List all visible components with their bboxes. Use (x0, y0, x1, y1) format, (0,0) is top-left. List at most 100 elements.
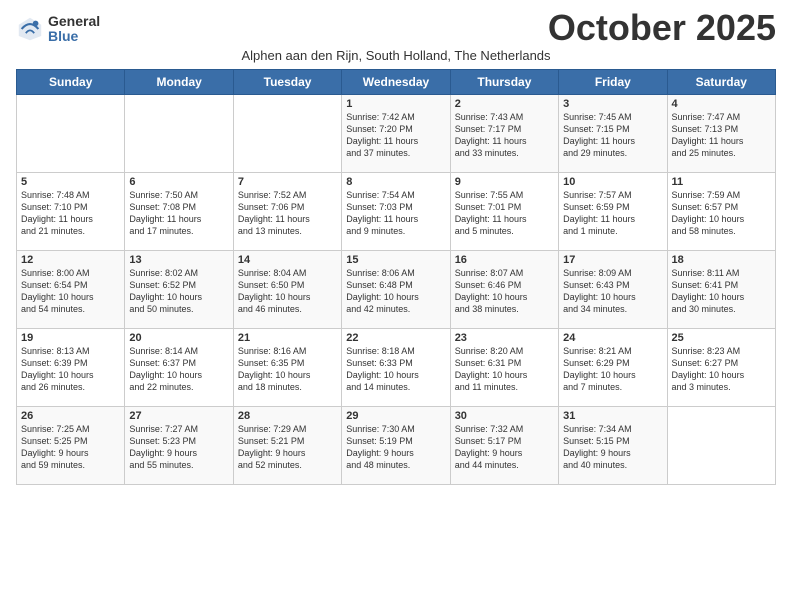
calendar-cell-w1d5: 10Sunrise: 7:57 AM Sunset: 6:59 PM Dayli… (559, 173, 667, 251)
day-number: 18 (672, 254, 771, 266)
calendar-cell-w3d2: 21Sunrise: 8:16 AM Sunset: 6:35 PM Dayli… (233, 329, 341, 407)
header-saturday: Saturday (667, 70, 775, 95)
day-content: Sunrise: 7:55 AM Sunset: 7:01 PM Dayligh… (455, 189, 554, 238)
calendar-cell-w2d4: 16Sunrise: 8:07 AM Sunset: 6:46 PM Dayli… (450, 251, 558, 329)
day-content: Sunrise: 7:47 AM Sunset: 7:13 PM Dayligh… (672, 111, 771, 160)
day-number: 11 (672, 176, 771, 188)
day-number: 4 (672, 98, 771, 110)
day-number: 25 (672, 332, 771, 344)
calendar-cell-w3d5: 24Sunrise: 8:21 AM Sunset: 6:29 PM Dayli… (559, 329, 667, 407)
day-number: 10 (563, 176, 662, 188)
calendar-cell-w4d2: 28Sunrise: 7:29 AM Sunset: 5:21 PM Dayli… (233, 407, 341, 485)
calendar-cell-w0d1 (125, 95, 233, 173)
day-number: 22 (346, 332, 445, 344)
calendar-cell-w3d4: 23Sunrise: 8:20 AM Sunset: 6:31 PM Dayli… (450, 329, 558, 407)
day-content: Sunrise: 7:32 AM Sunset: 5:17 PM Dayligh… (455, 423, 554, 472)
day-content: Sunrise: 7:59 AM Sunset: 6:57 PM Dayligh… (672, 189, 771, 238)
calendar-cell-w3d1: 20Sunrise: 8:14 AM Sunset: 6:37 PM Dayli… (125, 329, 233, 407)
day-content: Sunrise: 7:57 AM Sunset: 6:59 PM Dayligh… (563, 189, 662, 238)
logo-general-label: General (48, 14, 100, 29)
header-friday: Friday (559, 70, 667, 95)
day-content: Sunrise: 8:20 AM Sunset: 6:31 PM Dayligh… (455, 345, 554, 394)
day-number: 20 (129, 332, 228, 344)
header-thursday: Thursday (450, 70, 558, 95)
day-content: Sunrise: 8:21 AM Sunset: 6:29 PM Dayligh… (563, 345, 662, 394)
day-content: Sunrise: 7:30 AM Sunset: 5:19 PM Dayligh… (346, 423, 445, 472)
calendar-cell-w3d6: 25Sunrise: 8:23 AM Sunset: 6:27 PM Dayli… (667, 329, 775, 407)
logo-blue-label: Blue (48, 29, 100, 44)
calendar-cell-w0d4: 2Sunrise: 7:43 AM Sunset: 7:17 PM Daylig… (450, 95, 558, 173)
calendar-cell-w2d1: 13Sunrise: 8:02 AM Sunset: 6:52 PM Dayli… (125, 251, 233, 329)
day-content: Sunrise: 7:34 AM Sunset: 5:15 PM Dayligh… (563, 423, 662, 472)
day-content: Sunrise: 8:23 AM Sunset: 6:27 PM Dayligh… (672, 345, 771, 394)
day-number: 13 (129, 254, 228, 266)
day-number: 16 (455, 254, 554, 266)
day-content: Sunrise: 7:29 AM Sunset: 5:21 PM Dayligh… (238, 423, 337, 472)
calendar-cell-w4d0: 26Sunrise: 7:25 AM Sunset: 5:25 PM Dayli… (17, 407, 125, 485)
day-number: 6 (129, 176, 228, 188)
calendar-cell-w4d1: 27Sunrise: 7:27 AM Sunset: 5:23 PM Dayli… (125, 407, 233, 485)
day-number: 30 (455, 410, 554, 422)
day-content: Sunrise: 7:45 AM Sunset: 7:15 PM Dayligh… (563, 111, 662, 160)
day-content: Sunrise: 8:06 AM Sunset: 6:48 PM Dayligh… (346, 267, 445, 316)
calendar-cell-w2d2: 14Sunrise: 8:04 AM Sunset: 6:50 PM Dayli… (233, 251, 341, 329)
calendar-table: Sunday Monday Tuesday Wednesday Thursday… (16, 69, 776, 485)
day-number: 28 (238, 410, 337, 422)
day-number: 23 (455, 332, 554, 344)
calendar-body: 1Sunrise: 7:42 AM Sunset: 7:20 PM Daylig… (17, 95, 776, 485)
day-number: 9 (455, 176, 554, 188)
calendar-cell-w3d0: 19Sunrise: 8:13 AM Sunset: 6:39 PM Dayli… (17, 329, 125, 407)
day-content: Sunrise: 7:52 AM Sunset: 7:06 PM Dayligh… (238, 189, 337, 238)
header-wednesday: Wednesday (342, 70, 450, 95)
day-content: Sunrise: 7:54 AM Sunset: 7:03 PM Dayligh… (346, 189, 445, 238)
day-content: Sunrise: 8:07 AM Sunset: 6:46 PM Dayligh… (455, 267, 554, 316)
header-tuesday: Tuesday (233, 70, 341, 95)
day-content: Sunrise: 8:04 AM Sunset: 6:50 PM Dayligh… (238, 267, 337, 316)
calendar-cell-w1d0: 5Sunrise: 7:48 AM Sunset: 7:10 PM Daylig… (17, 173, 125, 251)
calendar-cell-w0d5: 3Sunrise: 7:45 AM Sunset: 7:15 PM Daylig… (559, 95, 667, 173)
day-number: 24 (563, 332, 662, 344)
page: General Blue October 2025 Alphen aan den… (0, 0, 792, 493)
day-content: Sunrise: 8:11 AM Sunset: 6:41 PM Dayligh… (672, 267, 771, 316)
day-number: 1 (346, 98, 445, 110)
day-content: Sunrise: 7:27 AM Sunset: 5:23 PM Dayligh… (129, 423, 228, 472)
day-number: 29 (346, 410, 445, 422)
calendar-week-1: 5Sunrise: 7:48 AM Sunset: 7:10 PM Daylig… (17, 173, 776, 251)
calendar-cell-w2d3: 15Sunrise: 8:06 AM Sunset: 6:48 PM Dayli… (342, 251, 450, 329)
calendar-header: Sunday Monday Tuesday Wednesday Thursday… (17, 70, 776, 95)
calendar-cell-w1d2: 7Sunrise: 7:52 AM Sunset: 7:06 PM Daylig… (233, 173, 341, 251)
weekday-header-row: Sunday Monday Tuesday Wednesday Thursday… (17, 70, 776, 95)
day-number: 15 (346, 254, 445, 266)
calendar-cell-w4d6 (667, 407, 775, 485)
day-content: Sunrise: 8:02 AM Sunset: 6:52 PM Dayligh… (129, 267, 228, 316)
day-content: Sunrise: 8:18 AM Sunset: 6:33 PM Dayligh… (346, 345, 445, 394)
header-sunday: Sunday (17, 70, 125, 95)
day-number: 19 (21, 332, 120, 344)
header: General Blue October 2025 (16, 10, 776, 46)
day-number: 8 (346, 176, 445, 188)
calendar-cell-w4d4: 30Sunrise: 7:32 AM Sunset: 5:17 PM Dayli… (450, 407, 558, 485)
calendar-week-2: 12Sunrise: 8:00 AM Sunset: 6:54 PM Dayli… (17, 251, 776, 329)
logo: General Blue (16, 14, 100, 45)
month-title: October 2025 (548, 10, 776, 46)
calendar-cell-w1d1: 6Sunrise: 7:50 AM Sunset: 7:08 PM Daylig… (125, 173, 233, 251)
logo-icon (16, 15, 44, 43)
calendar-cell-w4d3: 29Sunrise: 7:30 AM Sunset: 5:19 PM Dayli… (342, 407, 450, 485)
calendar-cell-w4d5: 31Sunrise: 7:34 AM Sunset: 5:15 PM Dayli… (559, 407, 667, 485)
calendar-cell-w2d6: 18Sunrise: 8:11 AM Sunset: 6:41 PM Dayli… (667, 251, 775, 329)
calendar-cell-w0d3: 1Sunrise: 7:42 AM Sunset: 7:20 PM Daylig… (342, 95, 450, 173)
calendar-cell-w2d0: 12Sunrise: 8:00 AM Sunset: 6:54 PM Dayli… (17, 251, 125, 329)
calendar-cell-w1d6: 11Sunrise: 7:59 AM Sunset: 6:57 PM Dayli… (667, 173, 775, 251)
calendar-cell-w1d3: 8Sunrise: 7:54 AM Sunset: 7:03 PM Daylig… (342, 173, 450, 251)
day-content: Sunrise: 8:14 AM Sunset: 6:37 PM Dayligh… (129, 345, 228, 394)
day-content: Sunrise: 8:16 AM Sunset: 6:35 PM Dayligh… (238, 345, 337, 394)
header-monday: Monday (125, 70, 233, 95)
calendar-week-0: 1Sunrise: 7:42 AM Sunset: 7:20 PM Daylig… (17, 95, 776, 173)
day-content: Sunrise: 8:00 AM Sunset: 6:54 PM Dayligh… (21, 267, 120, 316)
day-number: 2 (455, 98, 554, 110)
calendar-cell-w2d5: 17Sunrise: 8:09 AM Sunset: 6:43 PM Dayli… (559, 251, 667, 329)
day-content: Sunrise: 8:09 AM Sunset: 6:43 PM Dayligh… (563, 267, 662, 316)
day-number: 7 (238, 176, 337, 188)
day-number: 14 (238, 254, 337, 266)
calendar-cell-w0d2 (233, 95, 341, 173)
